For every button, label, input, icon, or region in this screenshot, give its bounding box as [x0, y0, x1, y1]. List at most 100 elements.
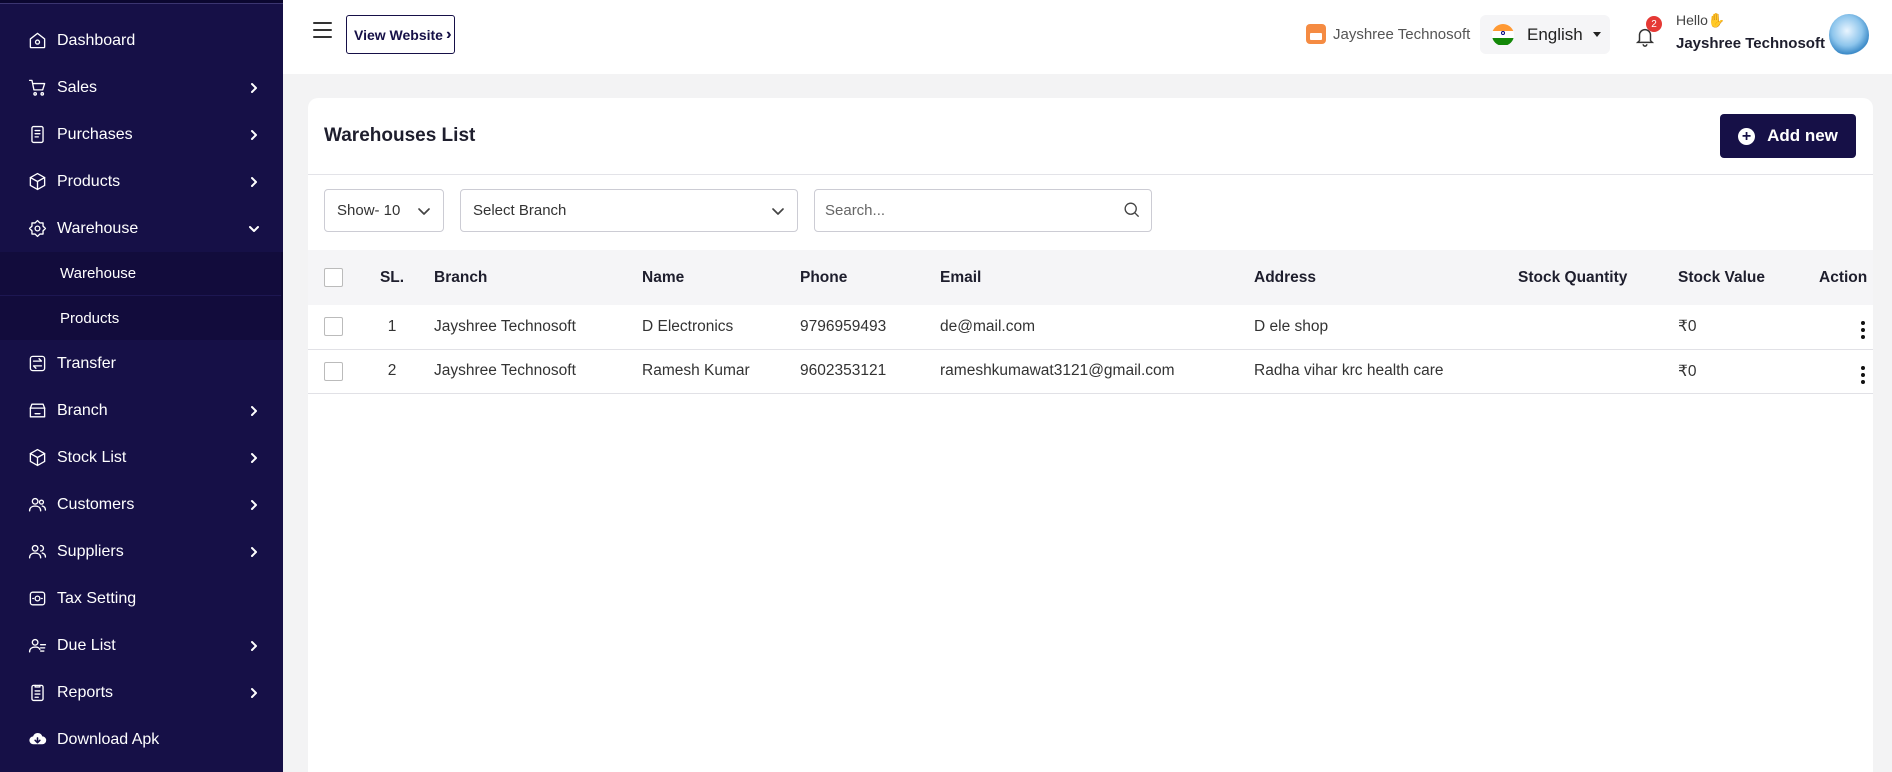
- chevron-right-icon: [247, 545, 261, 559]
- column-header-name: Name: [642, 268, 685, 286]
- row-checkbox[interactable]: [324, 317, 343, 337]
- branch-icon: [27, 401, 47, 421]
- caret-down-icon: [1592, 32, 1601, 37]
- submenu-item-products[interactable]: Products: [0, 296, 281, 340]
- chevron-right-icon: [247, 175, 261, 189]
- add-new-label: Add new: [1767, 126, 1838, 145]
- column-header-branch: Branch: [434, 268, 488, 286]
- notification-badge: 2: [1646, 16, 1662, 32]
- column-header-action: Action: [1819, 268, 1868, 286]
- sidebar-item-customers[interactable]: Customers: [0, 481, 283, 528]
- double-chevron-right-icon: ››: [445, 25, 450, 43]
- sidebar-item-label: Due List: [57, 636, 116, 654]
- cell-phone: 9796959493: [800, 305, 940, 350]
- sidebar-top-line: [0, 0, 283, 4]
- add-new-button[interactable]: + Add new: [1720, 114, 1856, 158]
- chevron-down-icon: [771, 204, 785, 222]
- sidebar-item-label: Dashboard: [57, 31, 136, 49]
- column-header-phone: Phone: [800, 268, 848, 286]
- view-website-label: View Website: [354, 26, 443, 43]
- cell-branch: Jayshree Technosoft: [434, 349, 642, 394]
- select-all-checkbox[interactable]: [324, 268, 343, 287]
- language-label: English: [1527, 24, 1583, 44]
- sidebar-item-dashboard[interactable]: Dashboard: [0, 17, 283, 64]
- india-flag-icon: [1492, 23, 1514, 46]
- sidebar-item-label: Branch: [57, 401, 108, 419]
- store-icon: [1306, 24, 1326, 44]
- cell-email: rameshkumawat3121@gmail.com: [940, 349, 1254, 394]
- cell-branch: Jayshree Technosoft: [434, 305, 642, 350]
- view-website-button[interactable]: View Website ››: [346, 15, 455, 54]
- search-icon[interactable]: [1122, 200, 1141, 224]
- sidebar-item-tax-setting[interactable]: Tax Setting: [0, 575, 283, 622]
- cell-sl: 2: [350, 349, 434, 394]
- tax-icon: [27, 589, 47, 609]
- column-header-stock-value: Stock Value: [1678, 268, 1766, 286]
- sidebar-item-products[interactable]: Products: [0, 158, 283, 205]
- chevron-right-icon: [247, 81, 261, 95]
- language-selector[interactable]: English: [1480, 15, 1610, 54]
- stock-icon: [27, 448, 47, 468]
- notification-bell-icon[interactable]: 2: [1634, 16, 1662, 49]
- cell-sl: 1: [350, 305, 434, 350]
- more-vertical-icon[interactable]: [1855, 364, 1871, 386]
- warehouses-table: SL. Branch Name Phone Email Address Stoc…: [308, 250, 1873, 394]
- cell-address: Radha vihar krc health care: [1254, 349, 1518, 394]
- filters-bar: Show- 10 Select Branch: [308, 175, 1873, 250]
- transfer-icon: [27, 354, 47, 374]
- table-row: 2 Jayshree Technosoft Ramesh Kumar 96023…: [308, 349, 1873, 394]
- user-greeting: Hello✋ Jayshree Technosoft: [1676, 12, 1825, 52]
- search-input[interactable]: [825, 202, 1105, 219]
- user-name: Jayshree Technosoft: [1676, 35, 1825, 52]
- search-box: [814, 189, 1152, 232]
- row-checkbox[interactable]: [324, 361, 343, 381]
- card-header: Warehouses List + Add new: [308, 98, 1873, 175]
- sidebar-item-purchases[interactable]: Purchases: [0, 111, 283, 158]
- sidebar-item-download-apk[interactable]: Download Apk: [0, 716, 283, 763]
- branch-select[interactable]: Select Branch: [460, 189, 798, 232]
- sidebar-item-label: Sales: [57, 78, 98, 96]
- chevron-right-icon: [247, 451, 261, 465]
- sidebar-item-stock-list[interactable]: Stock List: [0, 434, 283, 481]
- sidebar-item-reports[interactable]: Reports: [0, 669, 283, 716]
- cloud-download-icon: [27, 730, 47, 750]
- column-header-email: Email: [940, 268, 982, 286]
- sidebar-item-warehouse[interactable]: Warehouse: [0, 205, 283, 252]
- due-list-icon: [27, 636, 47, 656]
- sidebar-item-branch[interactable]: Branch: [0, 387, 283, 434]
- cell-name: D Electronics: [642, 305, 800, 350]
- sidebar-item-label: Transfer: [57, 354, 116, 372]
- submenu-item-warehouse[interactable]: Warehouse: [0, 252, 281, 296]
- receipt-icon: [27, 125, 47, 145]
- page-size-select[interactable]: Show- 10: [324, 189, 444, 232]
- store-name: Jayshree Technosoft: [1333, 25, 1471, 43]
- page-size-value: Show- 10: [337, 202, 401, 219]
- hello-label: Hello: [1676, 12, 1708, 28]
- sidebar-item-suppliers[interactable]: Suppliers: [0, 528, 283, 575]
- sidebar-item-label: Warehouse: [57, 219, 139, 237]
- page-title: Warehouses List: [324, 125, 476, 146]
- chevron-right-icon: [247, 639, 261, 653]
- chevron-right-icon: [247, 404, 261, 418]
- cell-name: Ramesh Kumar: [642, 349, 800, 394]
- table-row: 1 Jayshree Technosoft D Electronics 9796…: [308, 305, 1873, 350]
- reports-icon: [27, 683, 47, 703]
- chevron-right-icon: [247, 128, 261, 142]
- sidebar-item-sales[interactable]: Sales: [0, 64, 283, 111]
- sidebar: Dashboard Sales Purchases Products Wareh…: [0, 0, 283, 772]
- customers-icon: [27, 495, 47, 515]
- more-vertical-icon[interactable]: [1855, 319, 1871, 341]
- warehouse-icon: [27, 219, 47, 239]
- store-selector[interactable]: Jayshree Technosoft: [1306, 24, 1470, 44]
- menu-toggle-icon[interactable]: [313, 22, 335, 42]
- sidebar-item-due-list[interactable]: Due List: [0, 622, 283, 669]
- branch-select-value: Select Branch: [473, 202, 567, 219]
- cell-address: D ele shop: [1254, 305, 1518, 350]
- home-icon: [27, 31, 47, 51]
- plus-circle-icon: +: [1738, 127, 1756, 145]
- sidebar-item-transfer[interactable]: Transfer: [0, 340, 283, 387]
- cell-stock-quantity: [1518, 305, 1678, 350]
- avatar[interactable]: [1829, 14, 1869, 56]
- chevron-right-icon: [247, 498, 261, 512]
- warehouse-submenu: Warehouse Products: [0, 252, 283, 340]
